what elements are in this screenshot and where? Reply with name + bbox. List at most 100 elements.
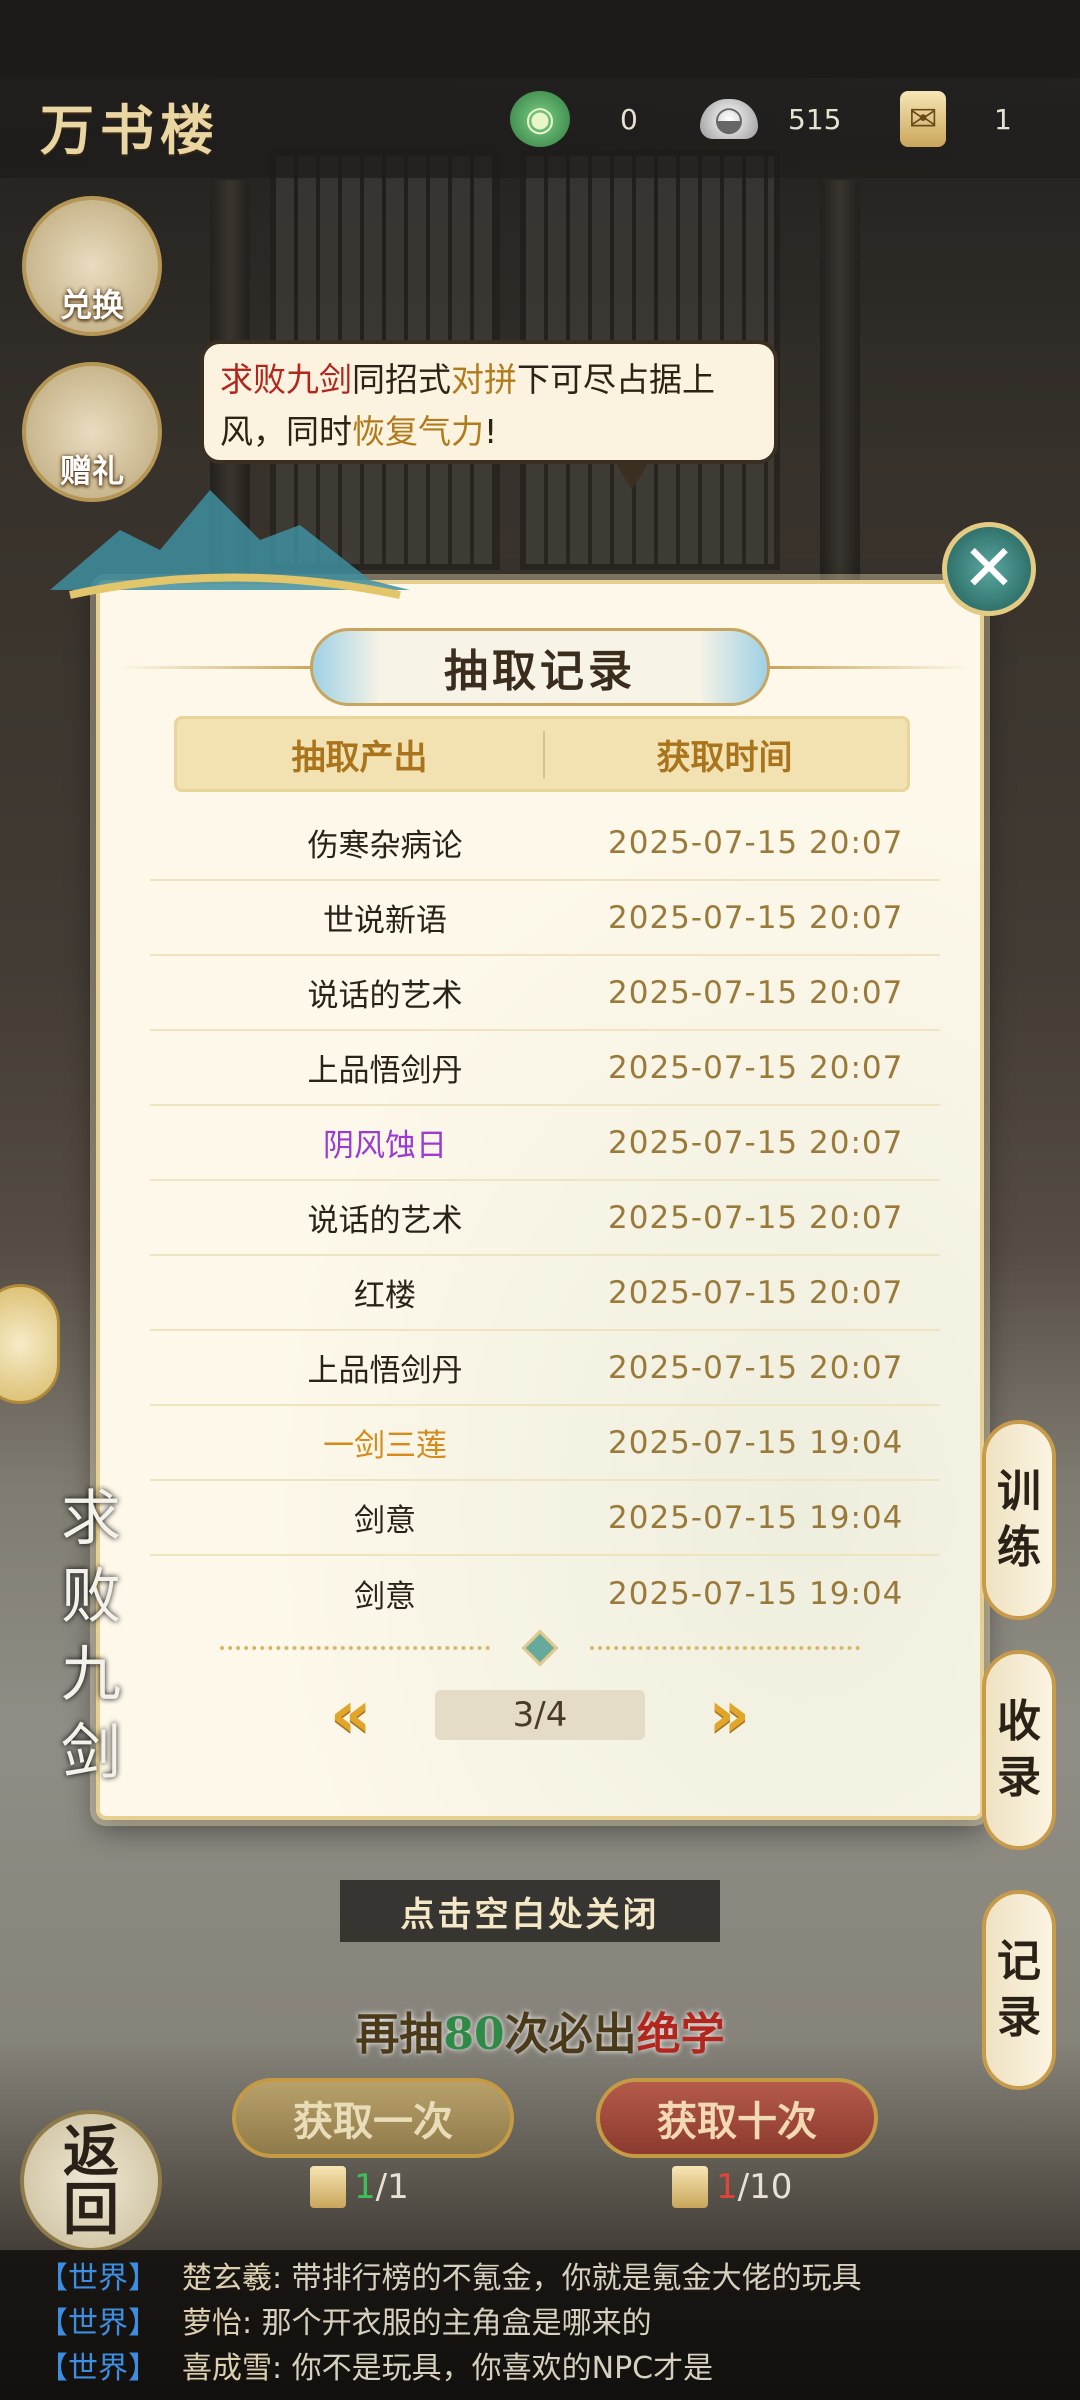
modal-title-banner: 抽取记录 xyxy=(310,628,770,706)
pity-reward: 绝学 xyxy=(636,2009,725,2060)
row-item: 伤寒杂病论 xyxy=(307,828,463,864)
column-header-item: 抽取产出 xyxy=(291,737,428,778)
row-item: 说话的艺术 xyxy=(307,1203,463,1239)
close-button[interactable]: ✕ xyxy=(942,522,1036,616)
scroll-token-icon: ✉ xyxy=(900,91,946,147)
chat-message: 【世界】 萝怡: 那个开衣服的主角盒是哪来的 xyxy=(38,2301,1080,2346)
dotted-divider xyxy=(220,1629,860,1667)
draw-once-have: 1 xyxy=(354,2167,376,2207)
chat-text: : 带排行榜的不氪金，你就是氪金大佬的玩具 xyxy=(272,2261,862,2296)
tab-collection-char2: 录 xyxy=(997,1752,1041,1803)
row-item: 说话的艺术 xyxy=(307,978,463,1014)
record-table-header: 抽取产出 获取时间 xyxy=(174,716,910,792)
bubble-skill-name: 求败九剑 xyxy=(220,360,352,399)
tab-record-char1: 记 xyxy=(997,1936,1041,1987)
resource-scroll[interactable]: ✉ 1 xyxy=(900,88,1012,150)
table-row: 剑意 2025-07-15 19:04 xyxy=(150,1556,940,1631)
resource-jade[interactable]: ◉ 0 xyxy=(510,88,638,150)
banner-char-3: 九 xyxy=(61,1640,121,1710)
resource-silver[interactable]: ◒ 515 xyxy=(700,88,841,150)
back-char-2: 回 xyxy=(63,2177,119,2243)
resource-jade-value: 0 xyxy=(620,102,638,136)
draw-ten-button[interactable]: 获取十次 xyxy=(596,2078,878,2158)
row-time: 2025-07-15 19:04 xyxy=(608,1499,904,1536)
pity-middle: 次必出 xyxy=(504,2009,637,2060)
draw-ten-have: 1 xyxy=(716,2167,738,2207)
world-chat-panel[interactable]: 【世界】 楚玄羲: 带排行榜的不氪金，你就是氪金大佬的玩具 【世界】 萝怡: 那个开… xyxy=(0,2250,1080,2400)
row-item: 一剑三莲 xyxy=(323,1428,447,1464)
bubble-text-3: ! xyxy=(484,412,498,451)
table-row: 阴风蚀日 2025-07-15 20:07 xyxy=(150,1106,940,1181)
resource-scroll-value: 1 xyxy=(994,102,1012,136)
bubble-keyword-clash: 对拼 xyxy=(451,360,517,399)
row-time: 2025-07-15 20:07 xyxy=(608,1349,904,1386)
page-title: 万书楼 xyxy=(40,98,220,162)
prev-page-button[interactable]: « xyxy=(330,1683,371,1747)
vertical-banner-title: 求 败 九 剑 xyxy=(56,1480,126,1792)
ticket-icon xyxy=(310,2166,346,2208)
banner-char-1: 求 xyxy=(61,1484,121,1554)
tab-record[interactable]: 记录 xyxy=(982,1890,1056,2090)
pagination: « 3/4 » xyxy=(330,1680,750,1750)
row-item: 阴风蚀日 xyxy=(323,1128,447,1164)
chat-channel: 【世界】 xyxy=(38,2306,158,2341)
tab-training-char1: 训 xyxy=(997,1466,1041,1517)
mountain-ornament-icon xyxy=(50,490,410,599)
back-label: 返回 xyxy=(63,2123,119,2239)
row-time: 2025-07-15 20:07 xyxy=(608,1274,904,1311)
next-page-button[interactable]: » xyxy=(709,1683,750,1747)
back-char-1: 返 xyxy=(63,2119,119,2185)
chat-message: 【世界】 喜成雪: 你不是玩具，你喜欢的NPC才是 xyxy=(38,2346,1080,2391)
row-time: 2025-07-15 20:07 xyxy=(608,1199,904,1236)
banner-char-4: 剑 xyxy=(61,1718,121,1788)
chat-channel: 【世界】 xyxy=(38,2261,158,2296)
banner-char-2: 败 xyxy=(61,1562,121,1632)
chat-sender: 楚玄羲 xyxy=(182,2261,272,2296)
row-item: 剑意 xyxy=(354,1503,416,1539)
pity-count: 80 xyxy=(443,2009,505,2060)
draw-ten-cost: 1/10 xyxy=(672,2162,792,2212)
bubble-keyword-recover: 恢复气力 xyxy=(352,412,484,451)
pity-prefix: 再抽 xyxy=(355,2009,444,2060)
table-row: 世说新语 2025-07-15 20:07 xyxy=(150,881,940,956)
draw-once-cost: 1/1 xyxy=(310,2162,409,2212)
table-row: 上品悟剑丹 2025-07-15 20:07 xyxy=(150,1031,940,1106)
tab-collection[interactable]: 收录 xyxy=(982,1650,1056,1850)
row-time: 2025-07-15 19:04 xyxy=(608,1575,904,1612)
chat-toggle-button[interactable] xyxy=(0,1284,60,1404)
table-row: 伤寒杂病论 2025-07-15 20:07 xyxy=(150,806,940,881)
back-button[interactable]: 返回 xyxy=(20,2110,162,2252)
resource-silver-value: 515 xyxy=(788,102,842,136)
ticket-icon xyxy=(672,2166,708,2208)
row-time: 2025-07-15 20:07 xyxy=(608,824,904,861)
exchange-button[interactable]: 兑换 xyxy=(22,196,162,336)
title-ornament-left xyxy=(118,666,318,669)
row-time: 2025-07-15 20:07 xyxy=(608,1049,904,1086)
hint-speech-bubble: 求败九剑同招式对拼下可尽占据上风，同时恢复气力! xyxy=(200,340,778,490)
tab-training[interactable]: 训练 xyxy=(982,1420,1056,1620)
row-item: 上品悟剑丹 xyxy=(307,1353,463,1389)
silver-ingot-icon: ◒ xyxy=(700,99,758,139)
tab-collection-char1: 收 xyxy=(997,1696,1041,1747)
chat-text: : 那个开衣服的主角盒是哪来的 xyxy=(242,2306,652,2341)
close-icon: ✕ xyxy=(962,532,1016,606)
row-time: 2025-07-15 20:07 xyxy=(608,1124,904,1161)
draw-once-button[interactable]: 获取一次 xyxy=(232,2078,514,2158)
page-indicator: 3/4 xyxy=(435,1690,645,1740)
table-row: 说话的艺术 2025-07-15 20:07 xyxy=(150,1181,940,1256)
tab-training-char2: 练 xyxy=(997,1522,1041,1573)
chat-sender: 萝怡 xyxy=(182,2306,242,2341)
chat-sender: 喜成雪 xyxy=(182,2351,272,2386)
chat-message: 【世界】 楚玄羲: 带排行榜的不氪金，你就是氪金大佬的玩具 xyxy=(38,2256,1080,2301)
row-item: 世说新语 xyxy=(323,903,447,939)
row-time: 2025-07-15 20:07 xyxy=(608,974,904,1011)
exchange-label: 兑换 xyxy=(59,286,124,324)
chat-text: : 你不是玩具，你喜欢的NPC才是 xyxy=(272,2351,714,2386)
draw-ten-need: /10 xyxy=(737,2167,793,2207)
table-row: 红楼 2025-07-15 20:07 xyxy=(150,1256,940,1331)
table-row: 说话的艺术 2025-07-15 20:07 xyxy=(150,956,940,1031)
table-row: 一剑三莲 2025-07-15 19:04 xyxy=(150,1406,940,1481)
jade-coin-icon: ◉ xyxy=(510,91,570,147)
modal-title: 抽取记录 xyxy=(444,646,636,697)
close-hint: 点击空白处关闭 xyxy=(340,1880,720,1942)
